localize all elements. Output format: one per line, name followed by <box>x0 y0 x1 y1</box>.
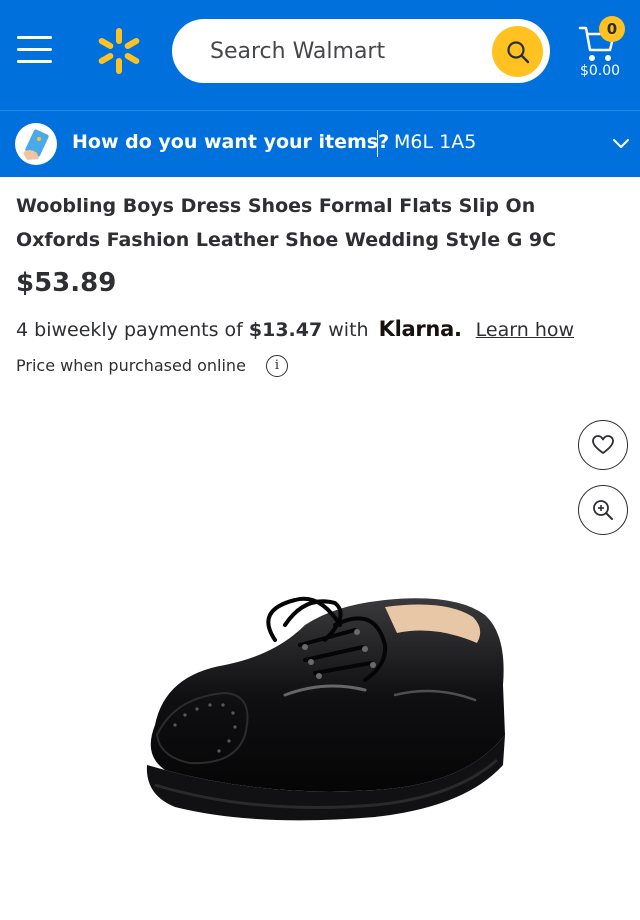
klarna-amount: $13.47 <box>248 319 323 341</box>
product-price: $53.89 <box>16 268 117 298</box>
klarna-payment-line: 4 biweekly payments of $13.47 with Klarn… <box>16 317 574 341</box>
search-input[interactable] <box>210 33 480 69</box>
product-image-shoe[interactable] <box>135 585 515 835</box>
favorite-button[interactable] <box>578 420 628 470</box>
learn-how-link[interactable]: Learn how <box>476 319 574 341</box>
menu-icon-bar <box>17 48 52 51</box>
postal-code: M6L 1A5 <box>394 131 477 153</box>
info-icon[interactable]: i <box>266 355 288 377</box>
walmart-spark-logo[interactable] <box>96 26 142 76</box>
cart-button[interactable]: 0 $0.00 <box>572 16 632 86</box>
chevron-down-icon <box>613 139 629 148</box>
delivery-divider <box>377 130 378 157</box>
search-bar[interactable] <box>172 19 550 83</box>
product-title: Woobling Boys Dress Shoes Formal Flats S… <box>16 195 557 251</box>
menu-icon-bar <box>17 36 52 39</box>
klarna-logo: Klarna. <box>378 317 462 341</box>
delivery-location-bar[interactable]: How do you want your items? M6L 1A5 <box>0 110 640 177</box>
delivery-question: How do you want your items? <box>72 131 390 153</box>
price-note: Price when purchased online <box>16 356 246 375</box>
heart-icon <box>592 435 614 454</box>
menu-icon-bar <box>17 60 52 63</box>
menu-button[interactable] <box>17 34 53 66</box>
zoom-button[interactable] <box>578 485 628 535</box>
cart-count-badge: 0 <box>599 16 625 42</box>
zoom-in-icon <box>593 500 613 520</box>
cart-total: $0.00 <box>579 63 621 79</box>
search-icon <box>507 41 530 64</box>
top-header: 0 $0.00 <box>0 0 640 110</box>
search-button[interactable] <box>492 26 543 77</box>
delivery-phone-icon <box>15 123 57 165</box>
klarna-prefix: 4 biweekly payments of <box>16 319 243 341</box>
klarna-with: with <box>328 319 369 341</box>
